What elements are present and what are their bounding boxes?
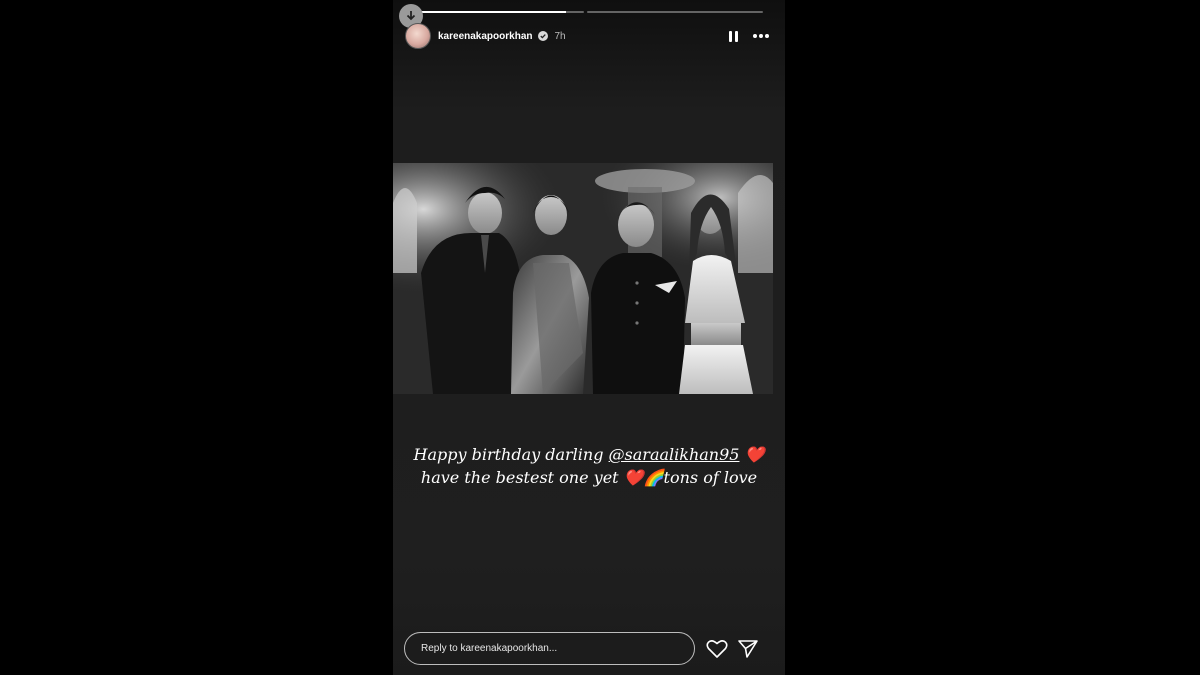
story-caption: Happy birthday darling @saraalikhan95 ❤️… bbox=[393, 443, 785, 489]
story-header: kareenakapoorkhan 7h bbox=[405, 22, 769, 50]
reply-input[interactable]: Reply to kareenakapoorkhan... bbox=[404, 632, 695, 665]
heart-icon[interactable] bbox=[706, 639, 728, 659]
post-time: 7h bbox=[554, 30, 566, 42]
send-icon[interactable] bbox=[737, 639, 759, 659]
mention-link[interactable]: @saraalikhan95 bbox=[609, 445, 740, 464]
caption-line-2: have the bestest one yet ❤️🌈tons of love bbox=[420, 468, 758, 487]
progress-segment-1 bbox=[407, 11, 584, 13]
verified-badge-icon bbox=[537, 31, 548, 41]
caption-line-1: Happy birthday darling @saraalikhan95 ❤️ bbox=[393, 443, 785, 466]
caption-text: Happy birthday darling bbox=[413, 445, 609, 464]
username[interactable]: kareenakapoorkhan bbox=[438, 31, 533, 42]
reply-placeholder: Reply to kareenakapoorkhan... bbox=[421, 643, 558, 654]
story-viewer[interactable]: kareenakapoorkhan 7h Happy birthday darl… bbox=[393, 0, 785, 675]
progress-fill bbox=[407, 11, 566, 13]
story-progress bbox=[407, 11, 763, 13]
caption-text: ❤️ bbox=[739, 445, 765, 464]
story-photo bbox=[393, 163, 773, 394]
pause-icon[interactable] bbox=[727, 30, 739, 42]
more-options-icon[interactable] bbox=[753, 34, 769, 38]
avatar[interactable] bbox=[405, 23, 431, 49]
progress-segment-2 bbox=[586, 11, 763, 13]
